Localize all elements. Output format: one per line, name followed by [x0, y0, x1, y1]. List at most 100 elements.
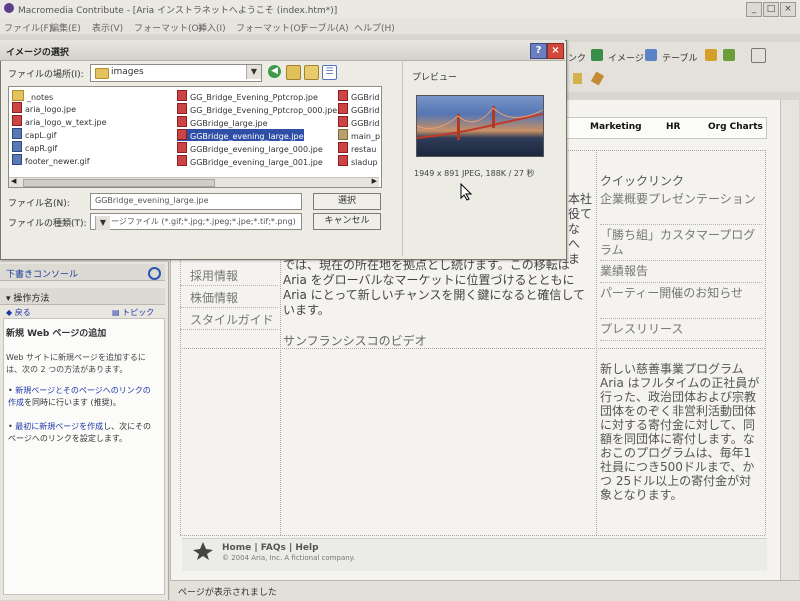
- left-link-style-guide[interactable]: スタイルガイド: [180, 309, 278, 330]
- scroll-thumb[interactable]: [23, 179, 215, 187]
- footer-links[interactable]: Home | FAQs | Help: [222, 543, 319, 553]
- news-text[interactable]: 新しい慈善事業プログラム Aria はフルタイムの正社員が行った、政治団体および…: [600, 362, 762, 502]
- file-item[interactable]: restau: [338, 142, 376, 154]
- status-bar: ページが表示されました: [170, 580, 800, 601]
- help-bullet-text: を同時に行います (推奨)。: [24, 398, 121, 407]
- file-item[interactable]: aria_logo.jpe: [12, 102, 76, 114]
- maximize-button[interactable]: □: [763, 2, 779, 17]
- file-type-label: ファイルの種類(T):: [8, 219, 87, 229]
- file-item[interactable]: capL.gif: [12, 128, 57, 140]
- menu-edit[interactable]: 編集(E): [50, 21, 81, 34]
- file-name: capR.gif: [25, 144, 58, 153]
- file-item[interactable]: GGBrid: [338, 103, 379, 115]
- help-topics-button[interactable]: ▤ トピック: [112, 307, 154, 318]
- video-heading[interactable]: サンフランシスコのビデオ: [283, 332, 427, 349]
- drafts-console-header[interactable]: 下書きコンソール: [0, 264, 165, 281]
- cancel-button[interactable]: キャンセル: [313, 213, 381, 230]
- file-name: GGBridge_large.jpe: [190, 119, 268, 128]
- left-link-stock[interactable]: 株価情報: [180, 287, 278, 308]
- file-item[interactable]: GGBridge_evening_large_000.jpe: [177, 142, 323, 154]
- chevron-down-icon[interactable]: ▼: [246, 65, 261, 79]
- file-name-input-value: GGBridge_evening_large.jpe: [95, 196, 209, 205]
- insert-image-button[interactable]: イメージ: [608, 51, 644, 64]
- back-icon[interactable]: ◀: [268, 65, 281, 78]
- file-item[interactable]: GGBrid: [338, 116, 379, 128]
- how-to-header[interactable]: ▾ 操作方法: [0, 288, 165, 305]
- close-window-button[interactable]: ×: [780, 2, 796, 17]
- vertical-scrollbar[interactable]: [780, 100, 799, 580]
- up-folder-icon[interactable]: [286, 65, 301, 80]
- menu-insert[interactable]: 挿入(I): [198, 21, 226, 34]
- look-in-value: images: [111, 67, 144, 77]
- chevron-down-icon[interactable]: ▼: [95, 216, 110, 230]
- file-item[interactable]: aria_logo_w_text.jpe: [12, 115, 107, 127]
- scroll-right-icon[interactable]: ▶: [372, 177, 377, 185]
- menu-view[interactable]: 表示(V): [92, 21, 123, 34]
- menu-help[interactable]: ヘルプ(H): [354, 21, 395, 34]
- file-item[interactable]: GGBridge_evening_large_001.jpe: [177, 155, 323, 167]
- file-name: capL.gif: [25, 131, 57, 140]
- file-name-input[interactable]: GGBridge_evening_large.jpe: [90, 193, 302, 210]
- file-name: GGBrid: [351, 119, 380, 128]
- file-item[interactable]: capR.gif: [12, 141, 57, 153]
- dialog-help-button[interactable]: ?: [530, 43, 547, 59]
- file-item-selected[interactable]: GGBridge_evening_large.jpe: [177, 129, 304, 141]
- nav-tab-marketing[interactable]: Marketing: [590, 122, 642, 132]
- file-name: GGBrid: [351, 93, 380, 102]
- pencil-icon[interactable]: [590, 71, 605, 86]
- menu-table[interactable]: テーブル(A): [300, 21, 349, 34]
- scroll-left-icon[interactable]: ◀: [11, 177, 16, 185]
- file-item[interactable]: GG_Bridge_Evening_Pptcrop.jpe: [177, 90, 318, 102]
- new-folder-icon[interactable]: [304, 65, 319, 80]
- image-file-icon: [12, 115, 22, 126]
- file-name: GGBrid: [351, 106, 380, 115]
- quick-link-party[interactable]: パーティー開催のお知らせ: [600, 286, 762, 319]
- image-file-icon: [338, 103, 348, 114]
- main-body-text[interactable]: では、現在の所在地を拠点とし続けます。この移転は Aria をグローバルなマーケ…: [283, 258, 593, 318]
- file-item[interactable]: main_p: [338, 129, 380, 141]
- select-button[interactable]: 選択: [313, 193, 381, 210]
- file-type-dropdown[interactable]: イメージファイル (*.gif;*.jpg;*.jpeg;*.jpe;*.tif…: [90, 213, 302, 230]
- help-link-create-page-first[interactable]: 最初に新規ページを作成: [15, 422, 103, 431]
- look-in-dropdown[interactable]: images ▼: [90, 64, 262, 82]
- menu-format-2[interactable]: フォーマット(O): [236, 21, 304, 34]
- quick-link-company-overview[interactable]: 企業概要プレゼンテーション: [600, 192, 762, 225]
- dialog-titlebar[interactable]: [0, 40, 565, 61]
- new-page-icon[interactable]: [723, 49, 735, 61]
- menu-format[interactable]: フォーマット(O): [134, 21, 202, 34]
- file-item[interactable]: GGBridge_large.jpe: [177, 116, 268, 128]
- look-in-label: ファイルの場所(I):: [8, 70, 84, 80]
- image-file-icon: [338, 142, 348, 153]
- nav-tab-org-charts[interactable]: Org Charts: [708, 122, 763, 132]
- footer-copyright: © 2004 Aria, Inc. A fictional company.: [222, 554, 356, 562]
- file-item[interactable]: sladup: [338, 155, 378, 167]
- mouse-cursor-icon: [460, 182, 473, 204]
- quick-link-press[interactable]: プレスリリース: [600, 322, 762, 341]
- file-item[interactable]: GG_Bridge_Evening_Pptcrop_000.jpe: [177, 103, 337, 115]
- image-file-icon: [177, 103, 187, 114]
- file-item[interactable]: footer_newer.gif: [12, 154, 90, 166]
- copy-icon[interactable]: [751, 48, 766, 63]
- highlight-icon[interactable]: [573, 73, 582, 84]
- refresh-icon[interactable]: [148, 267, 161, 280]
- menu-file[interactable]: ファイル(F): [4, 21, 52, 34]
- left-link-recruiting[interactable]: 採用情報: [180, 265, 278, 286]
- view-menu-icon[interactable]: ☰: [322, 65, 337, 80]
- file-name: GGBridge_evening_large_001.jpe: [190, 158, 323, 167]
- file-item[interactable]: GGBrid: [338, 90, 379, 102]
- help-back-button[interactable]: ◆ 戻る: [6, 307, 31, 318]
- minimize-button[interactable]: _: [746, 2, 762, 17]
- file-list-hscrollbar[interactable]: ◀ ▶: [9, 177, 379, 187]
- page-icon[interactable]: [705, 49, 717, 61]
- quick-link-customer-program[interactable]: 「勝ち組」カスタマープログラム: [600, 228, 762, 261]
- file-item[interactable]: _notes: [12, 90, 53, 102]
- quick-link-earnings[interactable]: 業績報告: [600, 264, 762, 283]
- folder-icon: [95, 68, 109, 79]
- dialog-close-button[interactable]: ×: [547, 43, 564, 59]
- nav-tab-hr[interactable]: HR: [666, 122, 680, 132]
- image-file-icon: [338, 155, 348, 166]
- link-button-label[interactable]: ンク: [568, 51, 586, 64]
- insert-table-button[interactable]: テーブル: [662, 51, 697, 64]
- help-topics-label: トピック: [122, 308, 155, 317]
- page-grid-line: [180, 348, 765, 350]
